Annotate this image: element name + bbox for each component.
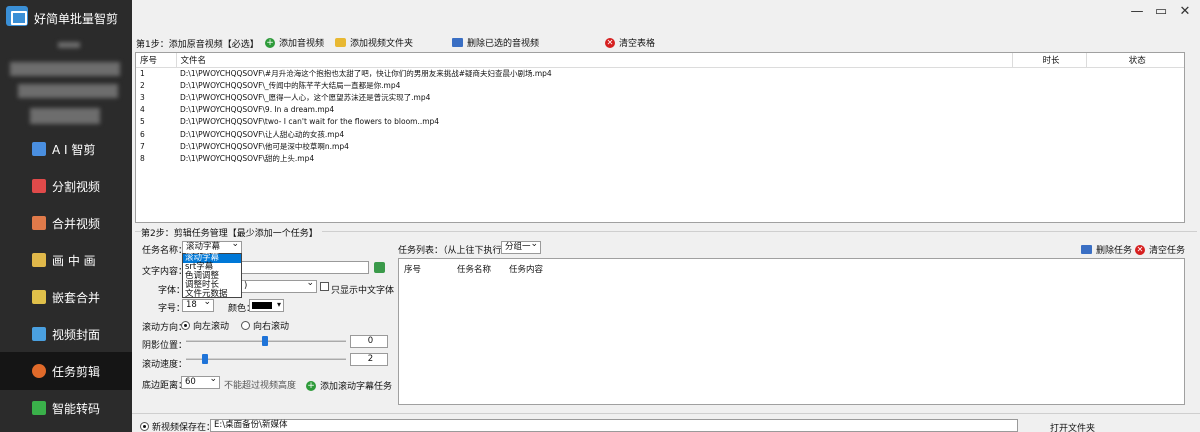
clear-table-button[interactable]: ✕ 清空表格 — [605, 36, 655, 49]
text-content-input[interactable] — [240, 261, 369, 274]
minimize-button[interactable]: — — [1128, 4, 1146, 20]
shadow-position-label: 阴影位置： — [142, 341, 188, 351]
dropdown-option[interactable]: 文件元数据 — [183, 290, 241, 299]
ai-icon — [32, 142, 46, 156]
speed-slider-thumb[interactable] — [202, 354, 208, 364]
sidebar-item-picture-in-picture[interactable]: 画 中 画 — [0, 241, 132, 279]
table-row[interactable]: 2 D:\1\PWOYCHQQSOVF\_传闻中的陈芊芊大结局一直都是你.mp4 — [136, 79, 1184, 91]
task-name-dropdown[interactable]: 滚动字幕 srt字幕 色调调整 调整时长 文件元数据 — [182, 253, 242, 299]
task-edit-icon — [32, 364, 46, 378]
delete-task-icon — [1081, 245, 1092, 254]
sidebar-item-split-video[interactable]: 分割视频 — [0, 167, 132, 205]
table-row[interactable]: 7 D:\1\PWOYCHQQSOVF\他可是深中校草啊n.mp4 — [136, 140, 1184, 152]
folder-icon — [335, 38, 346, 47]
speed-slider-track[interactable] — [186, 358, 346, 360]
blurred-user-info — [10, 62, 120, 76]
sidebar-item-merge-video[interactable]: 合并视频 — [0, 204, 132, 242]
column-header-status[interactable]: 状态 — [1086, 53, 1184, 68]
color-swatch — [252, 302, 272, 309]
group-select[interactable]: 分组一 — [501, 239, 541, 254]
sidebar-item-video-cover[interactable]: 视频封面 — [0, 315, 132, 353]
sidebar-item-nested-merge[interactable]: 嵌套合并 — [0, 278, 132, 316]
plus-icon: + — [265, 37, 275, 48]
table-row[interactable]: 3 D:\1\PWOYCHQQSOVF\_愿得一人心，这个愿望苏沫还是曾沅实现了.… — [136, 91, 1184, 103]
plus-icon: + — [306, 380, 316, 391]
step2-label: 第2步：剪辑任务管理【最少添加一个任务】 — [141, 226, 322, 239]
app-logo-icon — [6, 6, 28, 26]
app-title: 好简单批量智剪 — [34, 12, 119, 26]
task-column-no[interactable]: 序号 — [404, 263, 421, 275]
scroll-left-radio[interactable]: 向左滚动 — [181, 319, 229, 332]
clear-icon: ✕ — [605, 37, 615, 48]
blurred-user-info — [18, 84, 118, 98]
font-label: 字体： — [158, 286, 186, 296]
column-header-no[interactable]: 序号 — [136, 53, 177, 68]
task-list-label: 任务列表：（从上往下执行） — [398, 246, 511, 256]
column-header-filename[interactable]: 文件名 — [176, 53, 1013, 68]
scroll-speed-label: 滚动速度： — [142, 360, 188, 370]
task-column-content[interactable]: 任务内容 — [509, 263, 543, 275]
table-header-row: 序号 文件名 时长 状态 — [136, 53, 1184, 68]
picture-in-picture-icon — [32, 253, 46, 267]
step1-label: 第1步：添加原音视频【必选】 — [136, 40, 259, 50]
add-scroll-subtitle-task-button[interactable]: + 添加滚动字幕任务 — [306, 379, 392, 392]
delete-task-button[interactable]: 删除任务 — [1081, 243, 1132, 256]
table-row[interactable]: 4 D:\1\PWOYCHQQSOVF\9. In a dream.mp4 — [136, 104, 1184, 116]
table-row[interactable]: 5 D:\1\PWOYCHQQSOVF\two- I can't wait for… — [136, 116, 1184, 128]
refresh-icon[interactable] — [374, 262, 385, 273]
table-row[interactable]: 1 D:\1\PWOYCHQQSOVF\#月升沧海这个抱抱也太甜了吧，快让你们的男… — [136, 67, 1184, 79]
column-header-duration[interactable]: 时长 — [1012, 53, 1087, 68]
delete-selected-button[interactable]: 删除已选的音视频 — [452, 36, 539, 49]
shadow-slider-thumb[interactable] — [262, 336, 268, 346]
sidebar-item-task-edit[interactable]: 任务剪辑 — [0, 352, 132, 390]
transcode-icon — [32, 401, 46, 415]
speed-value-input[interactable]: 2 — [350, 353, 388, 366]
table-row[interactable]: 8 D:\1\PWOYCHQQSOVF\甜的上头.mp4 — [136, 152, 1184, 164]
sidebar-item-transcode[interactable]: 智能转码 — [0, 389, 132, 427]
task-column-name[interactable]: 任务名称 — [457, 263, 491, 275]
table-row[interactable]: 6 D:\1\PWOYCHQQSOVF\让人甜心动的女孩.mp4 — [136, 128, 1184, 140]
split-video-icon — [32, 179, 46, 193]
bottom-distance-note: 不能超过视频高度 — [224, 381, 297, 391]
file-table[interactable]: 序号 文件名 时长 状态 1 D:\1\PWOYCHQQSOVF\#月升沧海这个抱… — [135, 52, 1185, 223]
save-location-radio[interactable]: 新视频保存在： — [140, 420, 215, 432]
close-button[interactable]: ✕ — [1176, 4, 1194, 20]
maximize-button[interactable]: ▭ — [1152, 4, 1170, 20]
add-media-button[interactable]: + 添加音视频 — [265, 36, 324, 49]
font-select[interactable]: ) — [240, 278, 317, 293]
sidebar: 好简单批量智剪 A I 智剪 分割视频 合并视频 画 中 画 嵌套合并 视频封面 — [0, 0, 132, 432]
open-folder-button[interactable]: 打开文件夹 — [1050, 421, 1095, 432]
chevron-down-icon: ▾ — [276, 300, 281, 309]
only-chinese-label: 只显示中文字体 — [331, 286, 395, 296]
color-picker[interactable]: ▾ — [249, 299, 284, 312]
only-chinese-checkbox[interactable] — [320, 282, 329, 291]
size-label: 字号： — [158, 304, 186, 314]
merge-video-icon — [32, 216, 46, 230]
scroll-right-radio[interactable]: 向右滚动 — [241, 319, 289, 332]
blurred-avatar — [58, 42, 80, 48]
bottom-distance-select[interactable]: 60 — [181, 374, 220, 389]
blurred-user-info — [30, 108, 100, 124]
app-window: 好简单批量智剪 A I 智剪 分割视频 合并视频 画 中 画 嵌套合并 视频封面 — [0, 0, 1200, 432]
clear-tasks-button[interactable]: ✕ 清空任务 — [1135, 243, 1185, 256]
save-path-input[interactable]: E:\桌面备份\新媒体 — [210, 419, 1018, 432]
task-list-table[interactable]: 序号 任务名称 任务内容 — [398, 258, 1185, 405]
list-delete-icon — [452, 38, 463, 47]
shadow-value-input[interactable]: 0 — [350, 335, 388, 348]
video-cover-icon — [32, 327, 46, 341]
bottom-bar: 新视频保存在： E:\桌面备份\新媒体 打开文件夹 — [132, 413, 1200, 432]
sidebar-item-ai-edit[interactable]: A I 智剪 — [0, 130, 132, 168]
task-name-label: 任务名称： — [142, 246, 188, 256]
clear-icon: ✕ — [1135, 244, 1145, 255]
size-select[interactable]: 18 — [182, 297, 214, 312]
add-folder-button[interactable]: 添加视频文件夹 — [335, 36, 413, 49]
text-content-label: 文字内容： — [142, 267, 188, 277]
nested-merge-icon — [32, 290, 46, 304]
